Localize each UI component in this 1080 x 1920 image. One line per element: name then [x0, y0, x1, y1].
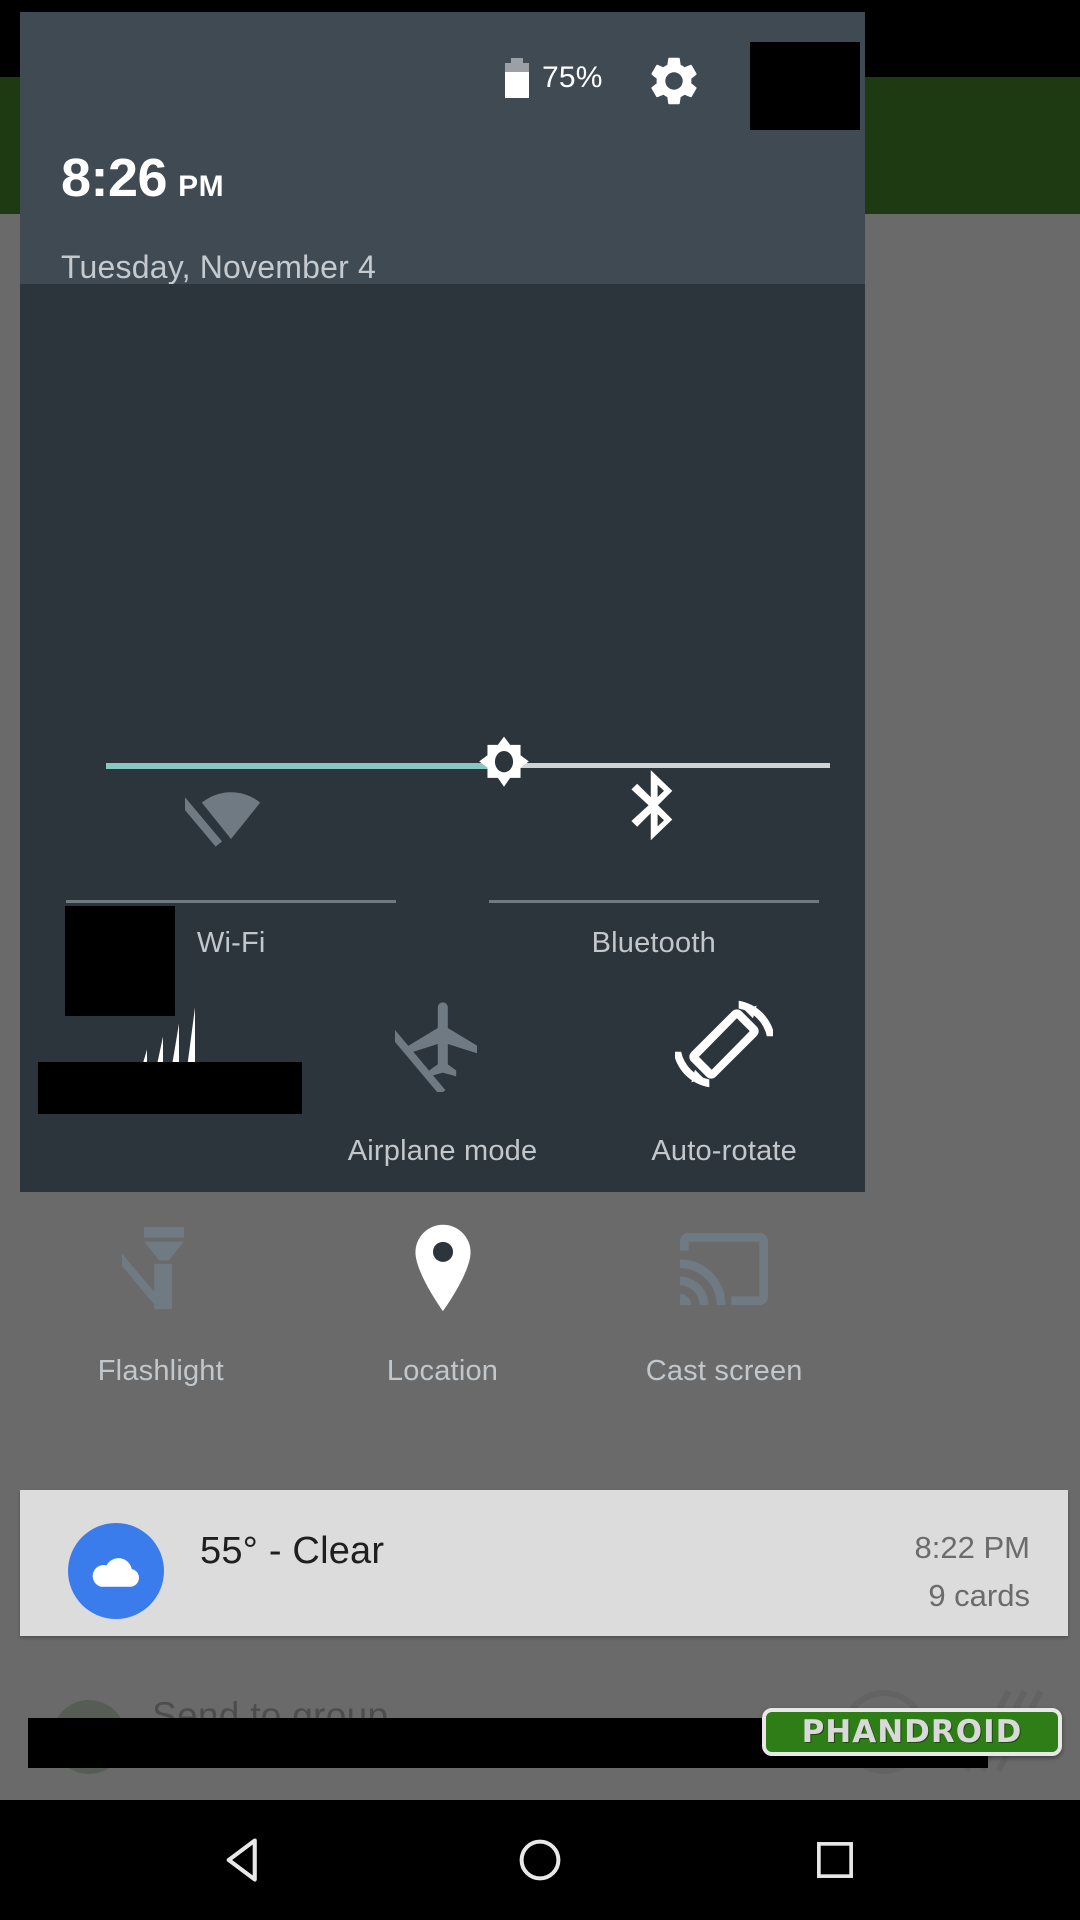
tile-label-auto-rotate: Auto-rotate [651, 1135, 798, 1167]
battery-percent-label: 75% [542, 61, 603, 94]
bluetooth-icon [625, 764, 683, 860]
tile-flashlight[interactable]: Flashlight [20, 1219, 302, 1439]
clock-date: Tuesday, November 4 [61, 249, 377, 285]
tile-label-cast-screen: Cast screen [645, 1355, 803, 1387]
back-nav-icon[interactable] [155, 1800, 335, 1920]
tile-label-airplane-mode: Airplane mode [347, 1135, 538, 1167]
phandroid-watermark: PHANDROID [762, 1708, 1062, 1756]
clock-time: 8:26 [61, 148, 168, 208]
redaction-bar-carrier-name [38, 1062, 302, 1114]
location-pin-icon [405, 1219, 481, 1319]
tile-location[interactable]: Location [302, 1219, 584, 1439]
notification-subtitle: 9 cards [928, 1578, 1030, 1613]
tile-label-wifi: Wi-Fi [196, 927, 266, 959]
tile-label-flashlight: Flashlight [97, 1355, 224, 1387]
navigation-bar [0, 1800, 1080, 1920]
android-screen: Send to group 75% 8:26 PM Tuesday, Novem… [0, 0, 1080, 1920]
cast-screen-icon [676, 1219, 772, 1319]
tile-label-location: Location [386, 1355, 499, 1387]
redaction-bar-header [750, 42, 860, 130]
notification-title: 55° - Clear [200, 1530, 385, 1572]
shade-status-row: 75% [20, 12, 865, 132]
tile-bluetooth[interactable]: Bluetooth [443, 764, 866, 974]
tile-auto-rotate[interactable]: Auto-rotate [583, 989, 865, 1219]
tile-cast-screen[interactable]: Cast screen [583, 1219, 865, 1439]
cloud-icon [68, 1523, 164, 1619]
quick-settings-header: 75% 8:26 PM Tuesday, November 4 [20, 12, 865, 285]
redaction-bar-carrier-icon [65, 906, 175, 1016]
tile-row-3: Flashlight Location Cast screen [20, 1219, 865, 1439]
notification-time: 8:22 PM [914, 1530, 1030, 1565]
gear-icon[interactable] [645, 52, 703, 110]
recents-nav-icon[interactable] [745, 1800, 925, 1920]
watermark-text: PHANDROID [801, 1714, 1023, 1750]
battery-status: 75% [505, 58, 603, 98]
clock-ampm: PM [178, 170, 225, 203]
tile-airplane-mode[interactable]: Airplane mode [302, 989, 584, 1219]
flashlight-off-icon [121, 1219, 200, 1319]
tile-divider [66, 900, 397, 903]
quick-settings-panel: Wi-Fi Bluetooth Airplane mode Auto-rotat… [20, 284, 866, 1387]
tile-label-bluetooth: Bluetooth [591, 927, 716, 959]
wifi-off-icon [185, 764, 277, 860]
tile-divider [488, 900, 819, 903]
auto-rotate-icon [675, 989, 774, 1099]
home-nav-icon[interactable] [450, 1800, 630, 1920]
shade-clock[interactable]: 8:26 PM [61, 147, 224, 209]
weather-notification[interactable]: 55° - Clear 8:22 PM 9 cards [20, 1490, 1068, 1636]
airplane-off-icon [394, 989, 491, 1099]
battery-icon [505, 58, 529, 98]
